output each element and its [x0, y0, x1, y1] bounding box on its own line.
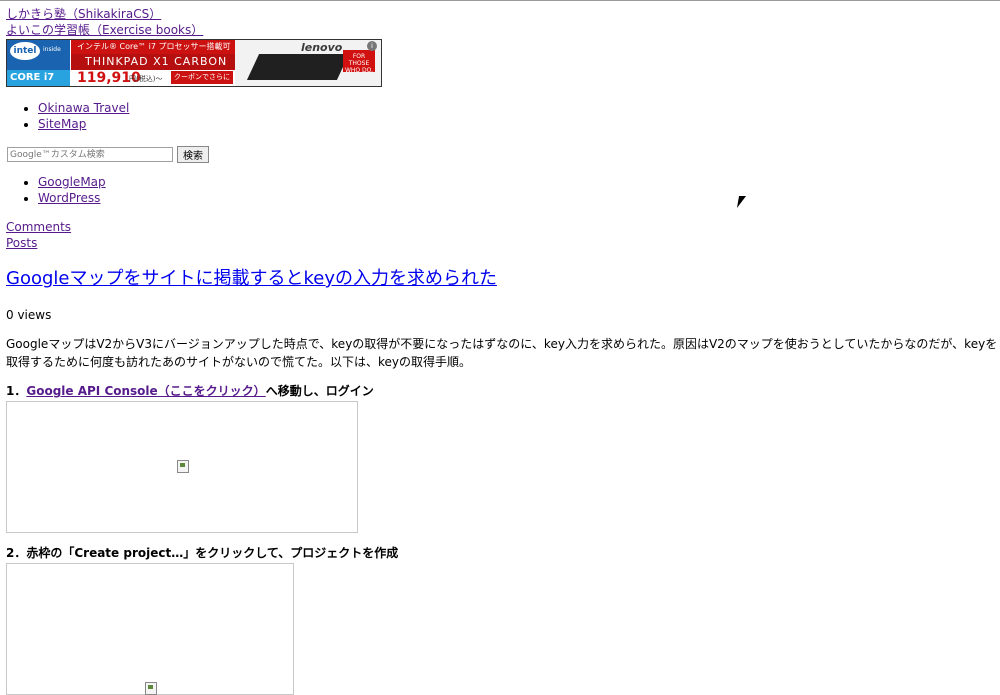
api-console-link[interactable]: Google API Console（ここをクリック）	[26, 384, 265, 398]
site-subtitle-link[interactable]: よいこの学習帳（Exercise books）	[6, 22, 996, 38]
posts-feed-link[interactable]: Posts	[6, 235, 996, 251]
ad-product-name: THINKPAD X1 CARBON	[71, 54, 235, 70]
info-icon[interactable]: i	[367, 41, 377, 51]
nav-item: WordPress	[38, 190, 996, 206]
top-border	[0, 0, 1000, 1]
page-content: しかきら塾（ShikakiraCS） よいこの学習帳（Exercise book…	[6, 6, 998, 695]
nav-link-wordpress[interactable]: WordPress	[38, 191, 100, 205]
intel-logo: intel	[10, 42, 40, 60]
feed-links: Comments Posts	[6, 219, 996, 251]
post-title: Googleマップをサイトに掲載するとkeyの入力を求められた	[6, 267, 996, 291]
broken-image-icon	[177, 460, 189, 473]
step-2-image	[6, 563, 294, 695]
intel-core-text: CORE i7	[10, 72, 55, 83]
nav-link-sitemap[interactable]: SiteMap	[38, 117, 86, 131]
nav-item: GoogleMap	[38, 174, 996, 190]
search-button[interactable]: 検索	[177, 146, 209, 163]
step-1: 1．Google API Console（ここをクリック）へ移動し、ログイン	[6, 383, 996, 399]
ad-top-text: インテル® Core™ i7 プロセッサー搭載可能	[71, 40, 235, 65]
lenovo-logo: lenovo	[301, 41, 343, 54]
ad-coupon: クーポンでさらにお得 ▶	[171, 71, 233, 84]
intel-inside-text: inside	[43, 46, 61, 53]
search-input[interactable]	[7, 147, 173, 162]
post-title-link[interactable]: Googleマップをサイトに掲載するとkeyの入力を求められた	[6, 268, 497, 289]
ad-price-suffix: 円(税込)〜	[129, 75, 163, 83]
site-title-link[interactable]: しかきら塾（ShikakiraCS）	[6, 6, 996, 22]
comments-feed-link[interactable]: Comments	[6, 219, 996, 235]
step-1-prefix: 1．	[6, 384, 27, 398]
step-2: 2．赤枠の「Create project…」をクリックして、プロジェクトを作成	[6, 546, 399, 560]
nav-item: SiteMap	[38, 116, 996, 132]
broken-image-icon	[145, 682, 157, 695]
primary-nav: Okinawa Travel SiteMap	[6, 100, 996, 132]
nav-item: Okinawa Travel	[38, 100, 996, 116]
ad-banner[interactable]: intel inside CORE i7 インテル® Core™ i7 プロセッ…	[6, 39, 382, 87]
post-intro: GoogleマップはV2からV3にバージョンアップした時点で、keyの取得が不要…	[6, 337, 998, 369]
lenovo-badge: FOR THOSE WHO DO.	[343, 50, 375, 74]
search-form: 検索	[6, 146, 996, 168]
step-1-image	[6, 401, 358, 533]
secondary-nav: GoogleMap WordPress	[6, 174, 996, 206]
laptop-image	[246, 54, 350, 80]
step-1-suffix: へ移動し、ログイン	[265, 384, 374, 398]
nav-link-okinawa-travel[interactable]: Okinawa Travel	[38, 101, 129, 115]
view-count: 0 views	[6, 308, 52, 322]
nav-link-googlemap[interactable]: GoogleMap	[38, 175, 106, 189]
